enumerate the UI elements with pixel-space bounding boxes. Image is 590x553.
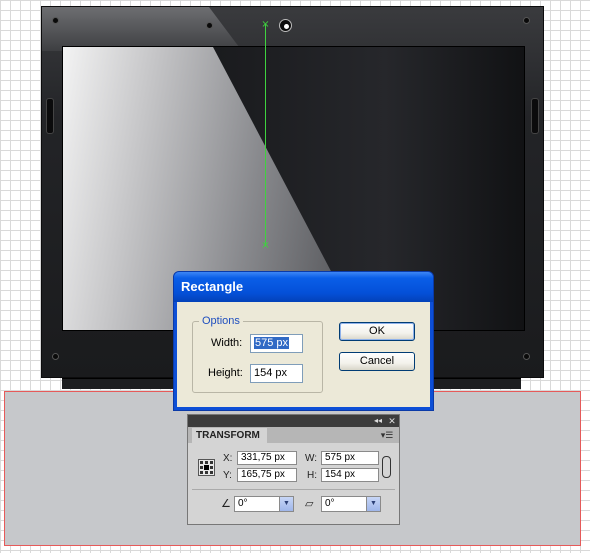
- guide-anchor-bottom-icon[interactable]: ×: [261, 241, 270, 251]
- ref-dot[interactable]: [210, 466, 213, 469]
- width-value: 575 px: [254, 337, 290, 349]
- height-input[interactable]: 154 px: [250, 364, 303, 383]
- guide-line[interactable]: [265, 24, 266, 246]
- ok-button[interactable]: OK: [339, 322, 415, 341]
- ref-dot[interactable]: [210, 471, 213, 474]
- cancel-button[interactable]: Cancel: [339, 352, 415, 371]
- shear-select[interactable]: 0° ▼: [321, 496, 381, 512]
- reference-point-locator[interactable]: [198, 459, 215, 476]
- y-label: Y:: [223, 470, 232, 481]
- ref-dot[interactable]: [200, 471, 203, 474]
- camera-icon: [279, 19, 292, 32]
- camera-lens: [284, 24, 289, 29]
- ref-dot-selected[interactable]: [204, 465, 209, 470]
- h-label: H:: [307, 470, 317, 481]
- chevron-down-icon[interactable]: ▼: [366, 497, 380, 511]
- guide-anchor-top-icon[interactable]: ×: [261, 20, 270, 30]
- screw-icon: [524, 18, 529, 23]
- dialog-body: Options Width: 575 px Height: 154 px OK …: [177, 302, 430, 407]
- chevron-down-icon[interactable]: ▼: [279, 497, 293, 511]
- options-group: Options Width: 575 px Height: 154 px: [192, 315, 323, 393]
- collapse-icon[interactable]: ◂◂: [372, 415, 384, 427]
- panel-menu-icon[interactable]: ▾☰: [380, 428, 394, 442]
- y-input[interactable]: 165,75 px: [237, 468, 297, 482]
- width-label: Width:: [211, 337, 243, 349]
- width-input[interactable]: 575 px: [250, 334, 303, 353]
- w-input[interactable]: 575 px: [321, 451, 379, 465]
- shear-angle-icon: ▱: [305, 498, 314, 510]
- rectangle-dialog: Rectangle Options Width: 575 px Height: …: [173, 271, 434, 411]
- constrain-proportions-link-icon[interactable]: [382, 456, 391, 478]
- transform-panel: ◂◂ ✕ TRANSFORM ▾☰ X: 331,75 px Y: 165,75…: [187, 414, 400, 525]
- height-label: Height:: [208, 367, 243, 379]
- x-label: X:: [223, 453, 233, 464]
- hinge-left: [46, 98, 54, 134]
- rotate-angle-icon: ∠: [221, 498, 231, 510]
- hinge-right: [531, 98, 539, 134]
- options-legend: Options: [199, 315, 243, 328]
- panel-title-bar[interactable]: ◂◂ ✕: [188, 415, 399, 427]
- shear-value: 0°: [325, 498, 335, 509]
- panel-divider: [192, 489, 395, 490]
- screw-icon: [53, 18, 58, 23]
- dialog-title[interactable]: Rectangle: [174, 272, 433, 302]
- ref-dot[interactable]: [210, 461, 213, 464]
- sensor-icon: [207, 23, 212, 28]
- tab-transform[interactable]: TRANSFORM: [192, 428, 267, 443]
- w-label: W:: [305, 453, 318, 464]
- h-input[interactable]: 154 px: [321, 468, 379, 482]
- rotate-select[interactable]: 0° ▼: [234, 496, 294, 512]
- ref-dot[interactable]: [205, 461, 208, 464]
- ref-dot[interactable]: [205, 471, 208, 474]
- ref-dot[interactable]: [200, 466, 203, 469]
- close-icon[interactable]: ✕: [386, 415, 398, 427]
- x-input[interactable]: 331,75 px: [237, 451, 297, 465]
- rotate-value: 0°: [238, 498, 248, 509]
- screw-icon: [53, 354, 58, 359]
- screw-icon: [524, 354, 529, 359]
- panel-tab-bar: TRANSFORM ▾☰: [188, 427, 399, 443]
- ref-dot[interactable]: [200, 461, 203, 464]
